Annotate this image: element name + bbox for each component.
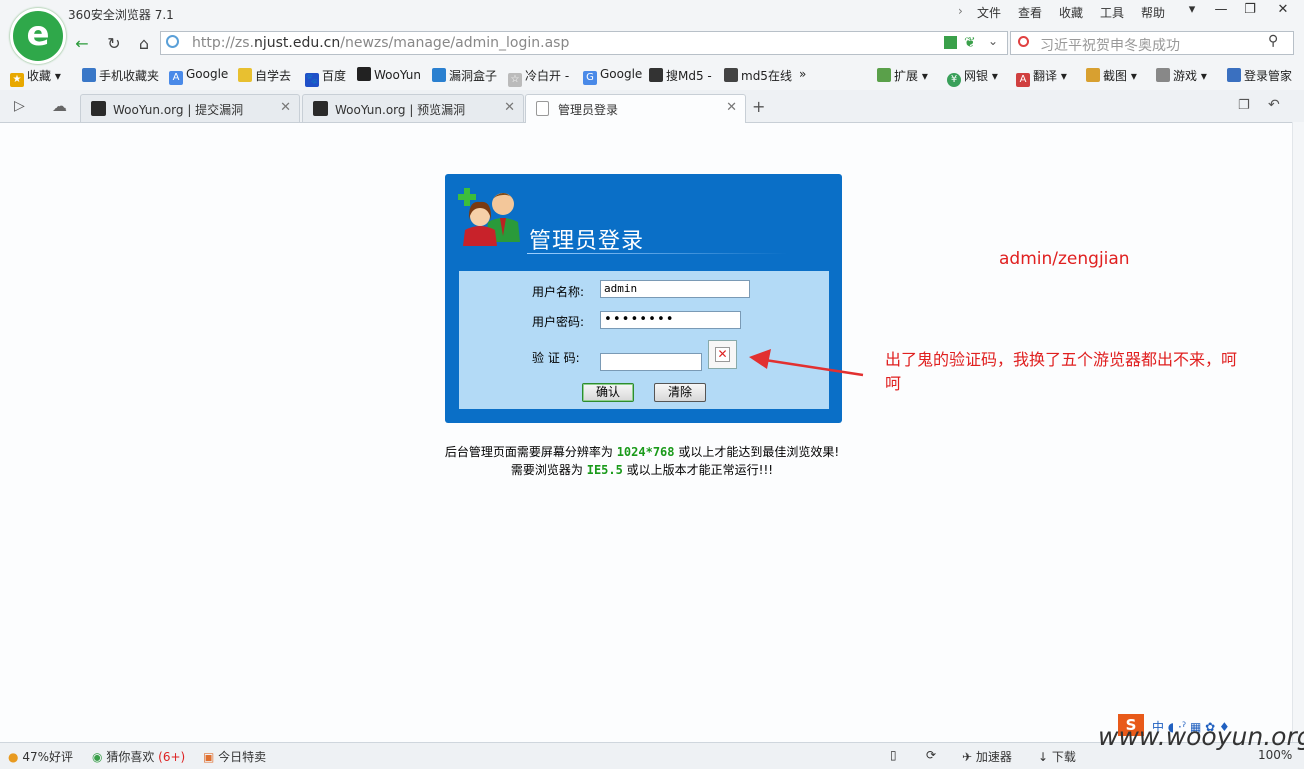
login-title: 管理员登录 [529, 229, 645, 254]
search-engine-icon[interactable] [1018, 36, 1029, 47]
close-window-button[interactable]: ✕ [1265, 0, 1301, 20]
accelerator-button[interactable]: ✈ 加速器 [962, 748, 1012, 765]
new-tab-button[interactable]: + [752, 97, 765, 116]
title-divider [527, 253, 787, 254]
tab-wooyun-preview[interactable]: WooYun.org | 预览漏洞 ✕ [302, 94, 524, 122]
password-label: 用户密码: [532, 315, 585, 329]
zoom-level[interactable]: 100% [1258, 748, 1292, 762]
credentials-annotation: admin/zengjian [999, 249, 1130, 269]
gift-icon: ▣ [203, 750, 215, 764]
menu-view[interactable]: 查看 [1018, 4, 1042, 21]
search-icon[interactable]: ⚲ [1268, 33, 1278, 49]
download-button[interactable]: ↓ 下载 [1038, 748, 1076, 765]
recycle-icon[interactable]: ⟳ [926, 748, 936, 762]
window-title: 360安全浏览器 7.1 [68, 8, 174, 22]
login-manager-button[interactable]: 登录管家 [1227, 67, 1292, 84]
bookmark-somd5[interactable]: 搜Md5 - [649, 67, 712, 84]
search-input[interactable]: 习近平祝贺申冬奥成功 [1040, 35, 1180, 55]
wooyun-favicon-icon [313, 101, 328, 116]
tab-admin-login[interactable]: 管理员登录 ✕ [525, 94, 746, 123]
smile-icon: ● [8, 750, 19, 764]
bookmark-google-2[interactable]: G Google [583, 67, 642, 85]
wooyun-favicon-icon [91, 101, 106, 116]
bookmark-loudonghezi[interactable]: 漏洞盒子 [432, 67, 497, 84]
captcha-label: 验 证 码: [532, 351, 580, 365]
home-button[interactable]: ⌂ [132, 33, 156, 55]
refresh-button[interactable]: ↻ [102, 33, 126, 55]
bookmark-wooyun[interactable]: WooYun [357, 67, 421, 82]
menu-file[interactable]: 文件 [977, 4, 1001, 21]
captcha-annotation: 出了鬼的验证码，我换了五个游览器都出不来，呵呵 [885, 350, 1238, 393]
watermark: www.wooyun.org [1098, 722, 1304, 751]
bookmark-google-1[interactable]: A Google [169, 67, 228, 85]
document-favicon-icon [536, 101, 549, 116]
menu-collapse-icon[interactable]: › [958, 4, 963, 18]
maximize-button[interactable]: ❐ [1236, 0, 1264, 20]
qrcode-icon[interactable] [944, 36, 957, 49]
back-button[interactable]: ← [70, 33, 94, 55]
menu-help[interactable]: 帮助 [1141, 4, 1165, 21]
bookmark-more[interactable]: » [799, 67, 806, 81]
confirm-button[interactable]: 确认 [582, 383, 634, 402]
ebank-button[interactable]: ¥ 网银 ▾ [947, 67, 998, 87]
broken-image-icon: ✕ [715, 347, 730, 362]
bookmark-md5online[interactable]: md5在线 [724, 67, 792, 84]
download-icon: ↓ [1038, 750, 1049, 764]
screenshot-button[interactable]: 截图 ▾ [1086, 67, 1137, 84]
username-label: 用户名称: [532, 285, 585, 299]
undo-close-icon[interactable]: ↶ [1268, 97, 1280, 113]
tab-list-icon[interactable]: ❐ [1238, 98, 1250, 113]
dot-icon: ◉ [92, 750, 103, 764]
menu-favorites[interactable]: 收藏 [1059, 4, 1083, 21]
clear-button[interactable]: 清除 [654, 383, 706, 402]
bookmark-lengbaikai[interactable]: ☆ 冷白开 - [508, 67, 569, 87]
username-input[interactable]: admin [600, 280, 750, 298]
translate-button[interactable]: A 翻译 ▾ [1016, 67, 1067, 87]
today-deals[interactable]: ▣ 今日特卖 [203, 748, 266, 765]
skin-icon[interactable]: ▾ [1178, 0, 1206, 20]
address-url[interactable]: http://zs.njust.edu.cn/newzs/manage/admi… [192, 35, 569, 51]
dropdown-icon[interactable]: ⌄ [988, 34, 998, 48]
bookmark-baidu[interactable]: 🐾 百度 [305, 67, 346, 87]
menu-tools[interactable]: 工具 [1100, 4, 1124, 21]
admin-users-icon [458, 188, 520, 246]
annotation-arrow-icon [749, 349, 864, 377]
extensions-button[interactable]: 扩展 ▾ [877, 67, 928, 84]
captcha-input[interactable] [600, 353, 702, 371]
games-button[interactable]: 游戏 ▾ [1156, 67, 1207, 84]
tab-close-icon[interactable]: ✕ [504, 100, 515, 115]
tab-wooyun-submit[interactable]: WooYun.org | 提交漏洞 ✕ [80, 94, 300, 122]
rocket-icon: ✈ [962, 750, 973, 764]
rating-item[interactable]: ● 47%好评 [8, 748, 73, 765]
globe-icon [166, 35, 179, 48]
tab-close-icon[interactable]: ✕ [280, 100, 291, 115]
resolution-note: 后台管理页面需要屏幕分辨率为 1024*768 或以上才能达到最佳浏览效果! [444, 445, 840, 459]
password-input[interactable]: •••••••• [600, 311, 741, 329]
guess-you-like[interactable]: ◉ 猜你喜欢 (6+) [92, 748, 185, 765]
captcha-image[interactable]: ✕ [708, 340, 737, 369]
tab-close-icon[interactable]: ✕ [726, 100, 737, 115]
cloud-icon[interactable]: ☁ [52, 97, 67, 115]
bookmark-zixuequ[interactable]: 自学去 [238, 67, 291, 84]
browser-logo-icon[interactable]: e [10, 8, 66, 64]
phone-icon[interactable]: ▯ [890, 748, 897, 762]
bookmark-mobile[interactable]: 手机收藏夹 [82, 67, 159, 84]
vertical-scrollbar[interactable] [1292, 122, 1304, 742]
sidebar-toggle-icon[interactable]: ▷ [14, 98, 25, 114]
browser-requirement-note: 需要浏览器为 IE5.5 或以上版本才能正常运行!!! [510, 463, 774, 477]
bookmark-favorites[interactable]: ★ 收藏 ▾ [10, 67, 61, 87]
leaf-icon[interactable]: ❦ [964, 35, 976, 51]
minimize-button[interactable]: — [1207, 0, 1235, 20]
